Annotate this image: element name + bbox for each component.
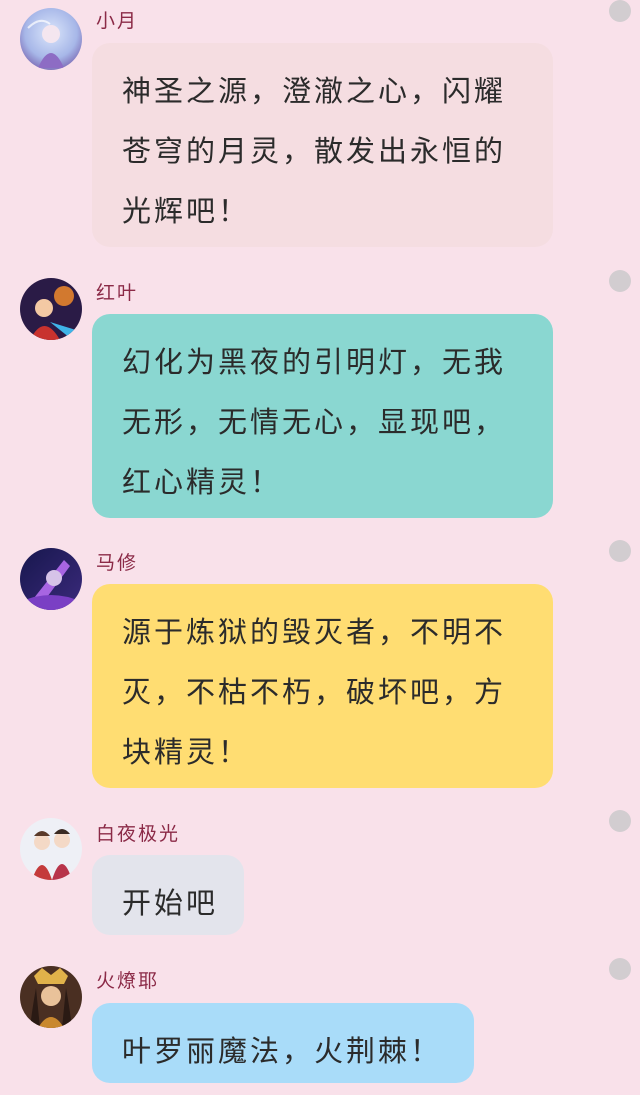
avatar[interactable]	[20, 818, 82, 880]
avatar[interactable]	[20, 966, 82, 1028]
message-line: 灭，不枯不朽，破坏吧，方	[122, 675, 507, 709]
avatar[interactable]	[20, 278, 82, 340]
avatar[interactable]	[20, 548, 82, 610]
message-line: 苍穹的月灵，散发出永恒的	[122, 134, 507, 168]
sender-name: 红叶	[96, 282, 139, 304]
avatar[interactable]	[20, 8, 82, 70]
message-bubble[interactable]: 神圣之源，澄澈之心，闪耀 苍穹的月灵，散发出永恒的 光辉吧！	[92, 43, 553, 247]
select-radio[interactable]	[609, 958, 631, 980]
message-line: 叶罗丽魔法，火荆棘！	[122, 1034, 443, 1068]
message-line: 无形，无情无心，显现吧，	[122, 405, 507, 439]
message-bubble[interactable]: 源于炼狱的毁灭者，不明不 灭，不枯不朽，破坏吧，方 块精灵！	[92, 584, 553, 788]
message-line: 光辉吧！	[122, 194, 251, 228]
message-line: 幻化为黑夜的引明灯，无我	[122, 345, 507, 379]
sender-name: 火燎耶	[96, 970, 160, 992]
message-bubble[interactable]: 开始吧	[92, 855, 244, 935]
sender-name: 白夜极光	[96, 823, 181, 845]
select-radio[interactable]	[609, 540, 631, 562]
message-line: 块精灵！	[122, 735, 251, 769]
select-radio[interactable]	[609, 810, 631, 832]
sender-name: 小月	[96, 10, 139, 32]
message-bubble[interactable]: 叶罗丽魔法，火荆棘！	[92, 1003, 474, 1083]
message-line: 神圣之源，澄澈之心，闪耀	[122, 74, 507, 108]
select-radio[interactable]	[609, 270, 631, 292]
message-line: 源于炼狱的毁灭者，不明不	[122, 615, 507, 649]
select-radio[interactable]	[609, 0, 631, 22]
sender-name: 马修	[96, 552, 139, 574]
message-line: 开始吧	[122, 886, 219, 920]
message-bubble[interactable]: 幻化为黑夜的引明灯，无我 无形，无情无心，显现吧， 红心精灵！	[92, 314, 553, 518]
message-line: 红心精灵！	[122, 465, 283, 499]
